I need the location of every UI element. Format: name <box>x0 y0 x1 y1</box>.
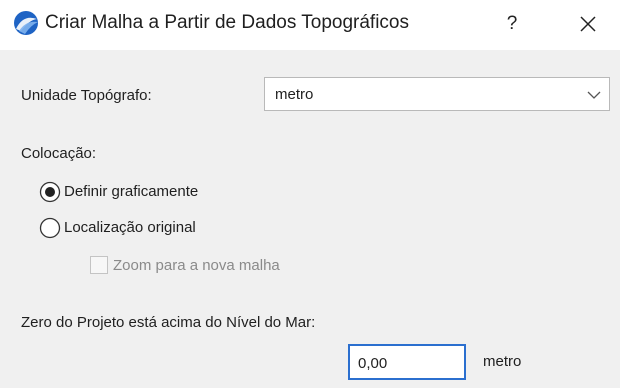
unit-select-value: metro <box>275 86 314 103</box>
sea-level-unit: metro <box>483 353 522 370</box>
sea-level-input[interactable]: 0,00 <box>348 344 466 380</box>
radio-define-graphically[interactable] <box>39 181 61 203</box>
zoom-checkbox[interactable] <box>90 256 108 274</box>
radio-define-graphically-label[interactable]: Definir graficamente <box>64 183 198 200</box>
radio-original-location[interactable] <box>39 217 61 239</box>
title-bar: Criar Malha a Partir de Dados Topográfic… <box>0 0 620 50</box>
app-icon <box>13 10 39 36</box>
placement-label: Colocação: <box>21 145 97 162</box>
help-button[interactable]: ? <box>498 10 526 38</box>
close-button[interactable] <box>574 10 602 38</box>
unit-label: Unidade Topógrafo: <box>21 87 152 104</box>
unit-select[interactable]: metro <box>264 77 610 111</box>
radio-original-location-label[interactable]: Localização original <box>64 219 196 236</box>
sea-level-value: 0,00 <box>358 355 388 372</box>
sea-level-label: Zero do Projeto está acima do Nível do M… <box>21 314 316 331</box>
window-title: Criar Malha a Partir de Dados Topográfic… <box>45 12 409 33</box>
zoom-checkbox-label: Zoom para a nova malha <box>113 257 280 274</box>
close-icon <box>580 16 596 32</box>
chevron-down-icon <box>587 88 601 100</box>
dialog-body: Unidade Topógrafo: metro Colocação: Defi… <box>0 50 620 388</box>
